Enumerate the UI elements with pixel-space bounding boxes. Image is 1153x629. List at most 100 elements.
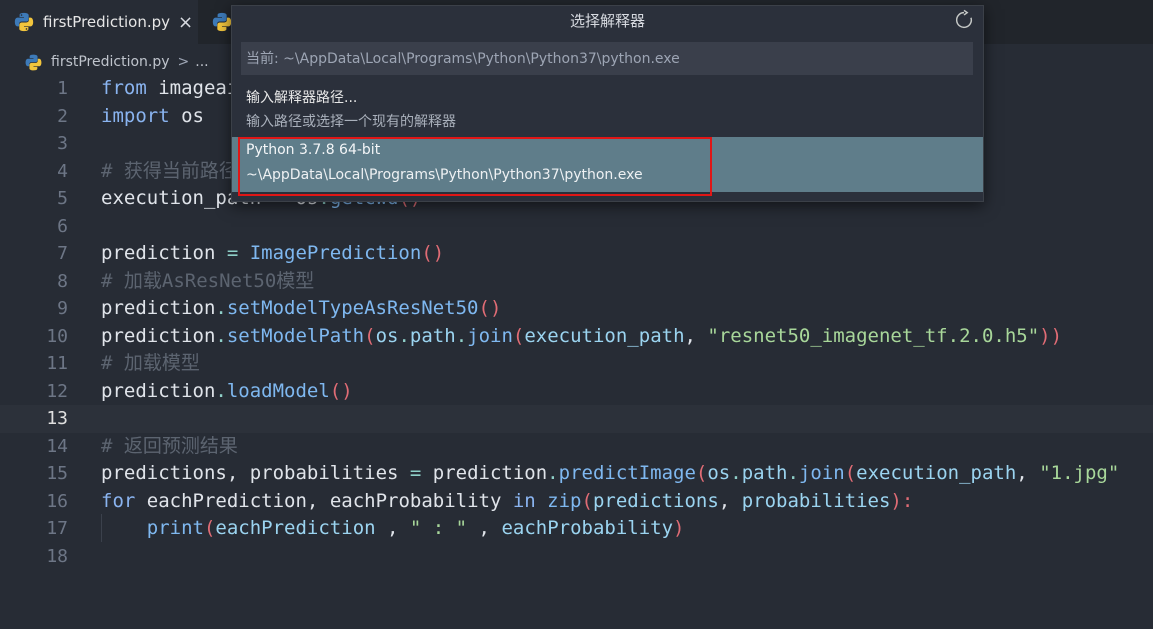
code-token: () — [478, 297, 502, 319]
python-icon — [25, 54, 42, 70]
code-token: , — [684, 324, 708, 347]
code-line[interactable]: 18 — [0, 543, 1153, 571]
code-line[interactable]: 8 # 加载AsResNet50模型 — [0, 268, 1153, 296]
code-token: ImagePrediction — [249, 242, 422, 264]
code-token: ( — [844, 462, 857, 484]
code-token: , — [1016, 462, 1040, 484]
code-token: import — [101, 104, 170, 127]
code-token: predictImage — [558, 462, 696, 484]
code-token: , — [718, 489, 742, 512]
line-number: 9 — [57, 298, 68, 319]
code-token: . — [455, 324, 468, 347]
code-text: # 返回预测结果 — [101, 433, 238, 461]
code-token: prediction — [101, 379, 216, 402]
code-line[interactable]: 14 # 返回预测结果 — [0, 433, 1153, 461]
code-text: # 加载AsResNet50模型 — [101, 268, 314, 296]
code-line[interactable]: 15 predictions, probabilities = predictio… — [0, 460, 1153, 488]
code-text: prediction = ImagePrediction() — [101, 240, 444, 268]
close-icon[interactable]: × — [178, 12, 193, 33]
chevron-right-icon: > — [177, 54, 190, 70]
python-378-interpreter-item[interactable]: Python 3.7.8 64-bit ~\AppData\Local\Prog… — [232, 137, 983, 192]
code-token: ( — [695, 462, 708, 484]
breadcrumb-symbol[interactable]: ... — [195, 54, 208, 70]
code-token: . — [730, 462, 742, 484]
code-token: ): — [890, 489, 914, 512]
code-line[interactable]: 12 prediction.loadModel() — [0, 378, 1153, 406]
breadcrumb: firstPrediction.py > ... — [0, 48, 209, 76]
code-token: "resnet50_imagenet_tf.2.0.h5" — [707, 324, 1040, 347]
code-line[interactable]: 11 # 加载模型 — [0, 350, 1153, 378]
code-token: , — [226, 462, 250, 484]
code-token: , — [306, 489, 330, 512]
interpreter-search-input[interactable] — [241, 42, 973, 75]
line-number: 3 — [57, 133, 68, 154]
code-token: path — [741, 462, 788, 484]
code-token: setModelTypeAsResNet50 — [226, 297, 479, 319]
code-token: prediction — [101, 324, 216, 347]
code-token: . — [215, 297, 227, 319]
code-token: # 加载模型 — [101, 352, 200, 374]
item-description: 输入路径或选择一个现有的解释器 — [246, 114, 456, 130]
code-line[interactable]: 6 — [0, 213, 1153, 241]
code-token: # 返回预测结果 — [101, 434, 238, 457]
line-number: 11 — [46, 353, 68, 374]
breadcrumb-file[interactable]: firstPrediction.py — [51, 54, 170, 70]
line-number: 1 — [57, 78, 68, 99]
code-token: eachProbability — [501, 517, 674, 539]
code-token: ( — [512, 324, 525, 347]
code-line[interactable]: 17 print(eachPrediction , " : " , eachPr… — [0, 515, 1153, 543]
code-text: prediction.setModelPath(os.path.join(exe… — [101, 323, 1062, 351]
code-token: predictions — [592, 489, 719, 512]
item-label: Python 3.7.8 64-bit — [246, 142, 381, 158]
code-token: os — [375, 324, 399, 347]
code-token: join — [798, 462, 845, 484]
refresh-icon[interactable] — [953, 9, 975, 31]
code-token: in — [501, 489, 548, 512]
item-label: 输入解释器路径... — [246, 90, 358, 106]
code-token: predictions — [101, 462, 227, 484]
code-token: eachPrediction — [135, 489, 307, 512]
code-token: # 获得当前路径 — [101, 159, 238, 182]
code-line[interactable]: 13 — [0, 405, 1153, 433]
enter-interpreter-path-item[interactable]: 输入解释器路径... 输入路径或选择一个现有的解释器 — [232, 84, 983, 136]
python-icon — [212, 12, 232, 32]
code-token: . — [398, 324, 410, 347]
line-number: 7 — [57, 243, 68, 264]
code-token: ( — [203, 517, 216, 539]
python-icon — [14, 12, 34, 32]
code-line[interactable]: 16 for eachPrediction, eachProbability in… — [0, 488, 1153, 516]
code-token: # 加载AsResNet50模型 — [101, 269, 315, 292]
line-number: 4 — [57, 160, 68, 182]
code-token: imageai — [146, 77, 239, 99]
code-token: ( — [364, 324, 376, 347]
item-description: ~\AppData\Local\Programs\Python\Python37… — [246, 167, 643, 183]
code-token: , — [375, 517, 410, 539]
code-line[interactable]: 9 prediction.setModelTypeAsResNet50() — [0, 295, 1153, 323]
code-token: = — [215, 242, 250, 264]
line-number: 10 — [46, 325, 68, 347]
code-text: prediction.loadModel() — [101, 378, 353, 406]
code-line[interactable]: 10 prediction.setModelPath(os.path.join(e… — [0, 323, 1153, 351]
line-number: 16 — [46, 490, 68, 512]
code-token: )) — [1039, 324, 1063, 347]
tab-label: firstPrediction.py — [43, 13, 170, 31]
code-token: prediction — [432, 462, 548, 484]
code-token: . — [787, 462, 799, 484]
code-token: loadModel — [226, 379, 330, 402]
line-number: 18 — [46, 545, 68, 567]
code-token: eachProbability — [329, 489, 502, 512]
tab-first-prediction[interactable]: firstPrediction.py × — [0, 0, 198, 44]
code-token: prediction — [101, 242, 216, 264]
code-text: prediction.setModelTypeAsResNet50() — [101, 295, 501, 323]
line-number: 17 — [46, 518, 68, 539]
code-text: # 加载模型 — [101, 350, 200, 378]
code-token: os — [169, 104, 204, 127]
code-text: print(eachPrediction , " : " , eachProba… — [101, 515, 685, 543]
code-token: . — [547, 462, 559, 484]
code-token: setModelPath — [226, 324, 365, 347]
code-line[interactable]: 7 prediction = ImagePrediction() — [0, 240, 1153, 268]
select-interpreter-quickpick: 选择解释器 输入解释器路径... 输入路径或选择一个现有的解释器 Python … — [231, 5, 984, 202]
code-text: # 获得当前路径 — [101, 158, 238, 186]
code-token: from — [101, 77, 147, 99]
